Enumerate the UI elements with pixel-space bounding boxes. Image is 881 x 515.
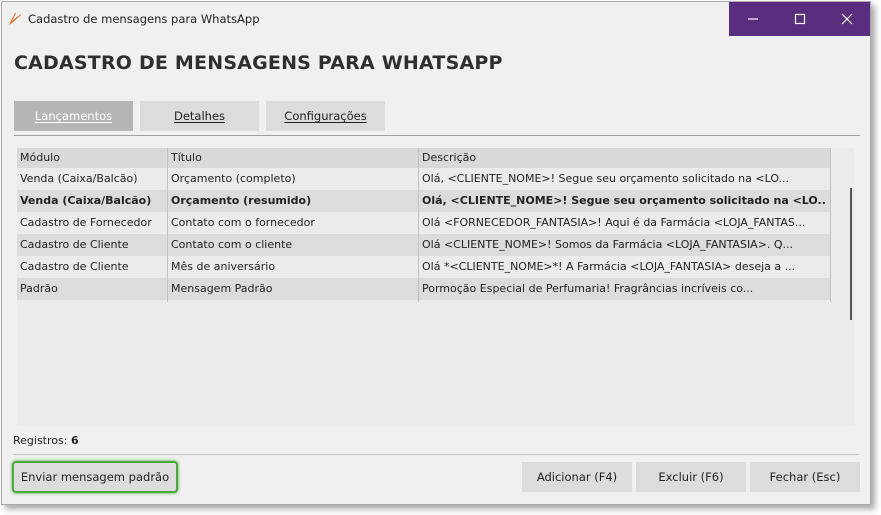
records-value: 6 xyxy=(70,434,79,447)
column-header-descricao[interactable]: Descrição xyxy=(422,148,827,168)
close-icon xyxy=(841,13,852,25)
table-row-selected[interactable]: Venda (Caixa/Balcão) Orçamento (resumido… xyxy=(17,190,830,212)
table-row[interactable]: Padrão Mensagem Padrão Pormoção Especial… xyxy=(17,278,830,300)
tab-divider xyxy=(14,135,860,136)
column-divider xyxy=(418,148,419,302)
tab-detalhes[interactable]: Detalhes xyxy=(140,101,259,131)
add-button[interactable]: Adicionar (F4) xyxy=(522,462,632,492)
title-bar[interactable]: Cadastro de mensagens para WhatsApp xyxy=(2,2,870,36)
tab-lancamentos[interactable]: Lançamentos xyxy=(14,101,133,131)
send-default-message-button[interactable]: Enviar mensagem padrão xyxy=(12,461,178,493)
column-header-modulo[interactable]: Módulo xyxy=(20,148,165,168)
table-row[interactable]: Venda (Caixa/Balcão) Orçamento (completo… xyxy=(17,168,830,190)
delete-button[interactable]: Excluir (F6) xyxy=(636,462,746,492)
page-title: CADASTRO DE MENSAGENS PARA WHATSAPP xyxy=(14,52,503,74)
app-window: Cadastro de mensagens para WhatsApp CADA… xyxy=(1,1,871,505)
cell-descricao: Olá <FORNECEDOR_FANTASIA>! Aqui é da Far… xyxy=(422,216,806,229)
grid-header: Módulo Título Descrição xyxy=(17,148,830,168)
close-button[interactable]: Fechar (Esc) xyxy=(750,462,860,492)
cell-modulo: Venda (Caixa/Balcão) xyxy=(20,172,138,185)
column-divider xyxy=(167,148,168,302)
footer-divider xyxy=(13,454,859,455)
records-label: Registros: xyxy=(13,434,68,447)
table-row[interactable]: Cadastro de Cliente Mês de aniversário O… xyxy=(17,256,830,278)
cell-descricao: Pormoção Especial de Perfumaria! Fragrân… xyxy=(422,282,754,295)
window-title: Cadastro de mensagens para WhatsApp xyxy=(28,12,260,26)
cell-descricao: Olá, <CLIENTE_NOME>! Segue seu orçamento… xyxy=(422,194,827,207)
cell-titulo: Mês de aniversário xyxy=(171,260,276,273)
minimize-button[interactable] xyxy=(729,2,776,36)
tab-configuracoes[interactable]: Configurações xyxy=(266,101,385,131)
messages-grid[interactable]: Módulo Título Descrição Venda (Caixa/Bal… xyxy=(17,148,855,426)
cell-modulo: Cadastro de Cliente xyxy=(20,238,129,251)
cell-modulo: Cadastro de Fornecedor xyxy=(20,216,152,229)
records-count: Registros: 6 xyxy=(13,434,79,447)
cell-descricao: Olá <CLIENTE_NOME>! Somos da Farmácia <L… xyxy=(422,238,794,251)
cell-descricao: Olá *<CLIENTE_NOME>*! A Farmácia <LOJA_F… xyxy=(422,260,796,273)
cell-modulo: Venda (Caixa/Balcão) xyxy=(20,194,152,207)
minimize-icon xyxy=(747,18,758,20)
close-window-button[interactable] xyxy=(823,2,870,36)
table-row[interactable]: Cadastro de Cliente Contato com o client… xyxy=(17,234,830,256)
maximize-icon xyxy=(794,13,805,25)
cell-titulo: Contato com o cliente xyxy=(171,238,293,251)
table-row[interactable]: Cadastro de Fornecedor Contato com o for… xyxy=(17,212,830,234)
column-header-titulo[interactable]: Título xyxy=(171,148,416,168)
cell-modulo: Padrão xyxy=(20,282,58,295)
app-logo-icon xyxy=(9,13,21,25)
maximize-button[interactable] xyxy=(776,2,823,36)
scrollbar-thumb[interactable] xyxy=(850,188,852,320)
cell-titulo: Mensagem Padrão xyxy=(171,282,273,295)
cell-titulo: Orçamento (resumido) xyxy=(171,194,312,207)
cell-descricao: Olá, <CLIENTE_NOME>! Segue seu orçamento… xyxy=(422,172,790,185)
cell-modulo: Cadastro de Cliente xyxy=(20,260,129,273)
tab-bar: Lançamentos Detalhes Configurações xyxy=(14,101,392,131)
cell-titulo: Contato com o fornecedor xyxy=(171,216,315,229)
cell-titulo: Orçamento (completo) xyxy=(171,172,296,185)
column-divider xyxy=(830,148,831,302)
